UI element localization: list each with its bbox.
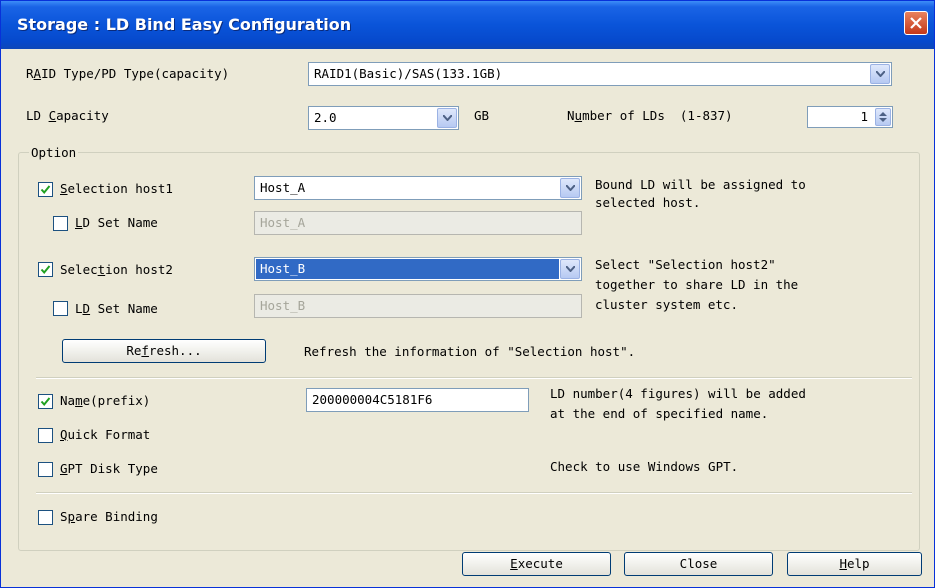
name-prefix-input[interactable]: 200000004C5181F6 [306,388,529,412]
ld-capacity-value: 2.0 [314,110,337,125]
name-prefix-checkbox[interactable] [38,394,53,409]
host1-description-1: Bound LD will be assigned to [595,177,806,192]
refresh-description: Refresh the information of "Selection ho… [304,344,636,359]
dialog-content: RAID Type/PD Type(capacity) RAID1(Basic)… [1,49,934,587]
window-title: Storage : LD Bind Easy Configuration [17,15,352,34]
option-group-label: Option [29,145,79,161]
selection-host1-label[interactable]: Selection host1 [60,181,173,197]
close-icon [910,17,922,29]
checkmark-icon [40,185,51,195]
separator [36,377,912,379]
raid-type-select[interactable]: RAID1(Basic)/SAS(133.1GB) [308,62,892,86]
num-lds-label: Number of LDs (1-837) [567,108,733,123]
close-button[interactable]: Close [624,552,773,576]
gpt-description: Check to use Windows GPT. [550,459,739,474]
host2-ld-set-name-checkbox[interactable] [53,301,68,316]
ld-capacity-select[interactable]: 2.0 [308,106,459,130]
host2-ld-set-name-input[interactable]: Host_B [254,294,582,318]
spin-arrows-icon[interactable] [875,108,891,126]
name-prefix-label[interactable]: Name(prefix) [60,393,150,409]
host2-value: Host_B [256,259,559,279]
name-prefix-description-1: LD number(4 figures) will be added [550,386,806,401]
help-button[interactable]: Help [787,552,922,576]
selection-host2-checkbox[interactable] [38,262,53,277]
chevron-down-icon[interactable] [560,178,580,198]
raid-type-label: RAID Type/PD Type(capacity) [26,66,230,81]
host1-ld-set-name-input[interactable]: Host_A [254,211,582,235]
gpt-disk-type-checkbox[interactable] [38,462,53,477]
refresh-button[interactable]: Refresh... [62,339,266,363]
host2-select[interactable]: Host_B [254,257,582,281]
num-lds-value: 1 [860,109,868,124]
name-prefix-description-2: at the end of specified name. [550,406,769,421]
host1-ld-set-name-label[interactable]: LD Set Name [75,215,158,231]
host2-description-2: together to share LD in the [595,277,799,292]
dialog-window: Storage : LD Bind Easy Configuration RAI… [0,0,935,588]
host2-ld-set-name-value: Host_B [260,298,306,313]
spare-binding-checkbox[interactable] [38,510,53,525]
spare-binding-label[interactable]: Spare Binding [60,509,158,525]
execute-button[interactable]: Execute [462,552,611,576]
ld-capacity-label: LD Capacity [26,108,109,123]
chevron-down-icon[interactable] [437,108,457,128]
chevron-down-icon[interactable] [870,64,890,84]
host2-ld-set-name-label[interactable]: LD Set Name [75,301,158,317]
checkmark-icon [40,397,51,407]
host1-value: Host_A [260,180,306,195]
host1-select[interactable]: Host_A [254,176,582,200]
close-window-button[interactable] [904,11,928,35]
capacity-unit: GB [474,108,490,123]
num-lds-spinner[interactable]: 1 [807,106,893,128]
host1-ld-set-name-checkbox[interactable] [53,216,68,231]
chevron-down-icon[interactable] [560,259,580,279]
separator [36,492,912,494]
host2-description-3: cluster system etc. [595,297,738,312]
title-bar[interactable]: Storage : LD Bind Easy Configuration [1,1,934,49]
host2-description-1: Select "Selection host2" [595,257,776,272]
name-prefix-value: 200000004C5181F6 [312,392,433,407]
host1-ld-set-name-value: Host_A [260,215,306,230]
checkmark-icon [40,265,51,275]
quick-format-checkbox[interactable] [38,428,53,443]
host1-description-2: selected host. [595,195,701,210]
selection-host1-checkbox[interactable] [38,182,53,197]
gpt-disk-type-label[interactable]: GPT Disk Type [60,461,158,477]
quick-format-label[interactable]: Quick Format [60,427,150,443]
selection-host2-label[interactable]: Selection host2 [60,262,173,278]
raid-type-value: RAID1(Basic)/SAS(133.1GB) [314,66,503,81]
